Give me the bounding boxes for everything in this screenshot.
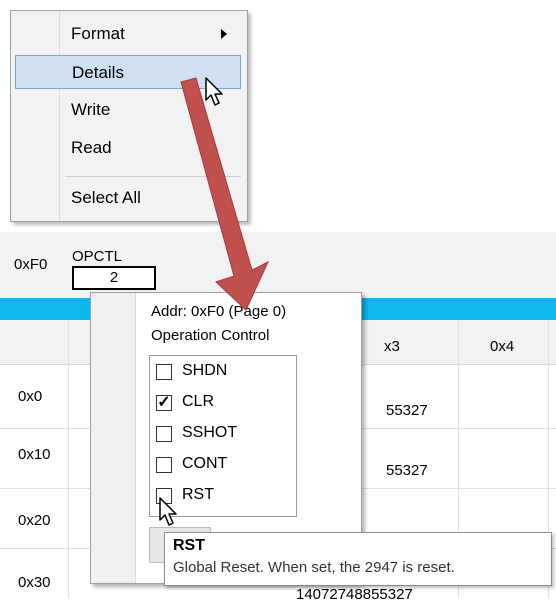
- bit-clr[interactable]: ✓ CLR: [156, 391, 286, 417]
- mouse-pointer-icon: [159, 497, 177, 526]
- register-value-field[interactable]: 2: [72, 266, 156, 290]
- menu-item-read[interactable]: Read: [15, 131, 241, 165]
- bit-sshot[interactable]: SSHOT: [156, 422, 286, 448]
- menu-item-label: Write: [71, 100, 111, 119]
- bit-label: CLR: [182, 393, 215, 410]
- checkbox[interactable]: ✓: [156, 395, 172, 411]
- bit-cont[interactable]: CONT: [156, 453, 286, 479]
- details-description: Operation Control: [151, 327, 270, 344]
- tooltip-title: RST: [173, 537, 205, 554]
- column-header: x3: [384, 338, 400, 355]
- menu-item-label: Read: [71, 138, 112, 157]
- row-address: 0x0: [18, 388, 43, 405]
- chevron-right-icon: [221, 29, 227, 39]
- row-address: 0x20: [18, 512, 51, 529]
- grid-divider: [68, 320, 69, 598]
- checkmark-icon: ✓: [157, 394, 171, 411]
- menu-item-label: Details: [72, 63, 124, 82]
- bit-label: RST: [182, 486, 214, 503]
- menu-separator: [65, 176, 241, 177]
- bit-label: SSHOT: [182, 424, 238, 441]
- menu-item-format[interactable]: Format: [15, 17, 241, 51]
- bit-label: CONT: [182, 455, 228, 472]
- register-name: OPCTL: [72, 248, 123, 265]
- bit-field-list: SHDN ✓ CLR SSHOT CONT RST: [149, 355, 297, 517]
- bit-label: SHDN: [182, 362, 228, 379]
- details-address: Addr: 0xF0 (Page 0): [151, 303, 287, 320]
- bit-shdn[interactable]: SHDN: [156, 360, 286, 386]
- row-address: 0x10: [18, 446, 51, 463]
- checkbox[interactable]: [156, 364, 172, 380]
- popup-gutter: [91, 293, 136, 583]
- checkbox[interactable]: [156, 457, 172, 473]
- tooltip-body: Global Reset. When set, the 2947 is rese…: [173, 559, 455, 576]
- cell-value[interactable]: 14072748855327: [296, 586, 413, 603]
- cell-value[interactable]: 55327: [386, 402, 428, 419]
- menu-item-label: Select All: [71, 188, 141, 207]
- context-menu: Format Details Write Read Select All: [10, 10, 248, 222]
- column-header: 0x4: [490, 338, 515, 355]
- row-address: 0x30: [18, 574, 51, 591]
- register-address: 0xF0: [14, 256, 48, 273]
- checkbox[interactable]: [156, 426, 172, 442]
- menu-item-label: Format: [71, 24, 125, 43]
- mouse-pointer-icon: [205, 77, 223, 106]
- menu-item-select-all[interactable]: Select All: [15, 181, 241, 215]
- cell-value[interactable]: 55327: [386, 462, 428, 479]
- tooltip: RST Global Reset. When set, the 2947 is …: [164, 532, 552, 586]
